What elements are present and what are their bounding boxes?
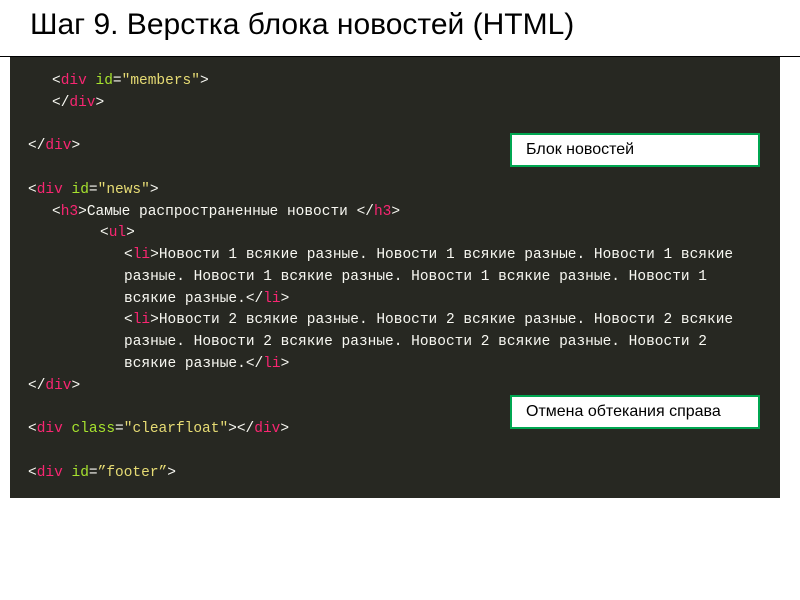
- code-line: </div>: [28, 376, 762, 398]
- slide-title: Шаг 9. Верстка блока новостей (HTML): [30, 8, 770, 42]
- callout-clearfloat: Отмена обтекания справа: [510, 395, 760, 429]
- code-line: <li>Новости 1 всякие разные. Новости 1 в…: [28, 245, 762, 310]
- code-line: <li>Новости 2 всякие разные. Новости 2 в…: [28, 310, 762, 375]
- code-line: <div id=”footer”>: [28, 463, 762, 485]
- slide-title-area: Шаг 9. Верстка блока новостей (HTML): [0, 0, 800, 57]
- code-line: <ul>: [28, 223, 762, 245]
- code-editor: <div id="members"> </div> </div> <div id…: [10, 57, 780, 498]
- code-line: <div id="members">: [28, 71, 762, 93]
- code-line: </div>: [28, 93, 762, 115]
- callout-text: Блок новостей: [526, 141, 634, 158]
- code-blank: [28, 441, 762, 463]
- callout-news-block: Блок новостей: [510, 133, 760, 167]
- code-line: <h3>Самые распространенные новости </h3>: [28, 202, 762, 224]
- code-line: <div id="news">: [28, 180, 762, 202]
- callout-text: Отмена обтекания справа: [526, 403, 721, 420]
